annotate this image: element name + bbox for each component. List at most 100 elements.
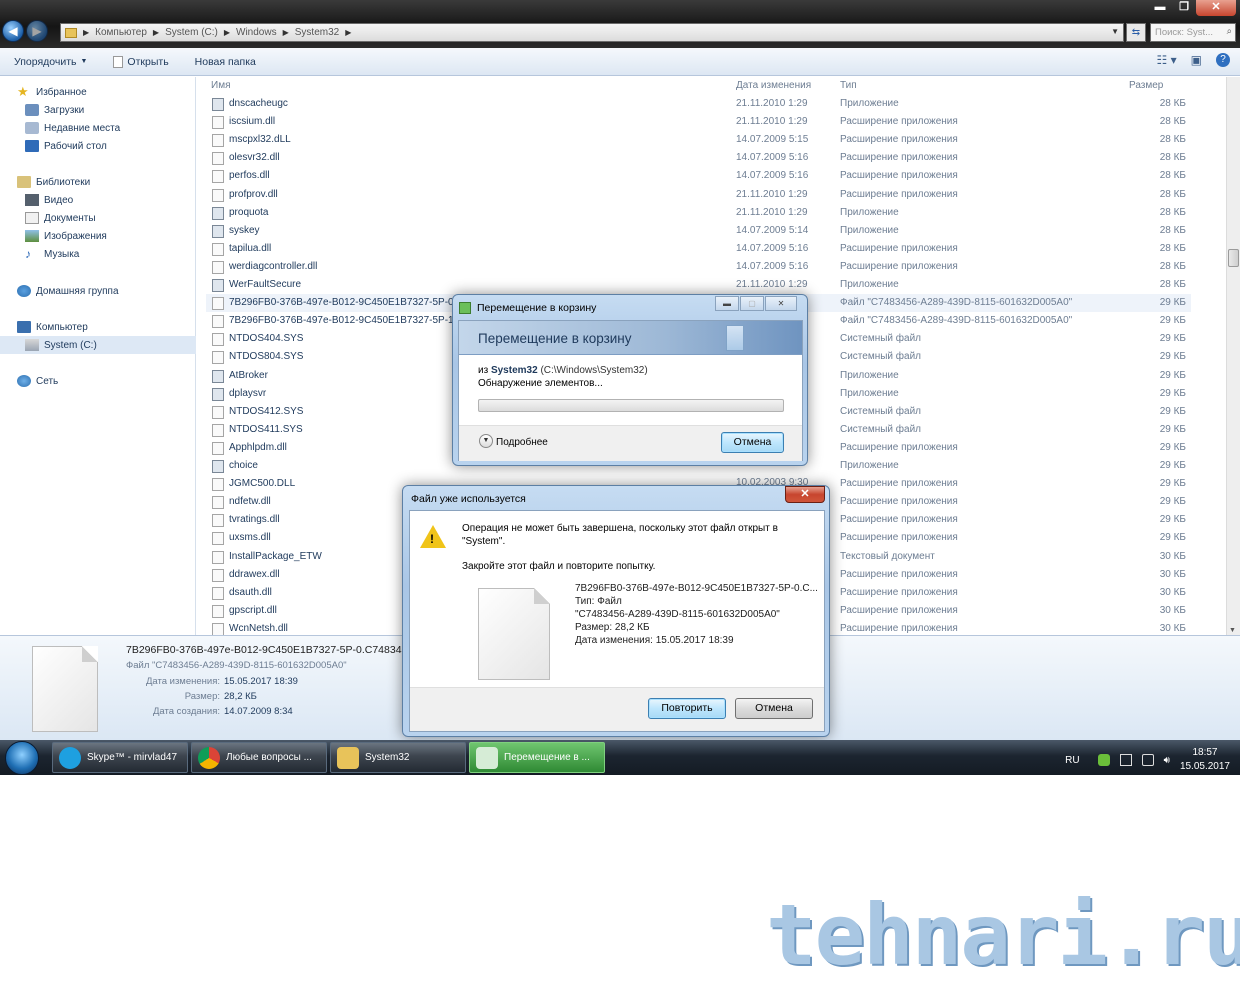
table-row[interactable]: profprov.dll 21.11.2010 1:29 Расширение пр… <box>206 186 1191 204</box>
task-skype[interactable]: Skype™ - mirvlad47 <box>52 742 188 773</box>
file-size: 29 КБ <box>1159 387 1186 399</box>
table-row[interactable]: dnscacheugc 21.11.2010 1:29 Приложение 28 К… <box>206 95 1191 113</box>
expand-details-icon[interactable]: ▼ <box>479 434 493 448</box>
clock[interactable]: 18:57 15.05.2017 <box>1180 746 1230 774</box>
table-row[interactable]: mscpxl32.dLL 14.07.2009 5:15 Расширение пр… <box>206 131 1191 149</box>
table-row[interactable]: olesvr32.dll 14.07.2009 5:16 Расширение пр… <box>206 149 1191 167</box>
network-tray-icon[interactable] <box>1141 754 1154 766</box>
refresh-button[interactable]: ⇆ <box>1126 23 1146 42</box>
dll-file-icon <box>212 134 224 148</box>
cancel-button[interactable]: Отмена <box>721 432 784 453</box>
minimize-button[interactable]: ▬ <box>1148 0 1172 16</box>
in-use-file-size: Размер: 28,2 КБ <box>575 622 650 633</box>
nav-libraries[interactable]: Библиотеки <box>0 173 196 191</box>
scrollbar-thumb[interactable] <box>1228 249 1239 267</box>
nav-recent[interactable]: Недавние места <box>0 119 196 137</box>
file-type: Расширение приложения <box>840 586 958 598</box>
breadcrumb-computer[interactable]: Компьютер <box>95 27 147 38</box>
file-name: profprov.dll <box>229 188 278 200</box>
clock-date: 15.05.2017 <box>1179 761 1230 772</box>
nav-downloads[interactable]: Загрузки <box>0 101 196 119</box>
breadcrumb-system32[interactable]: System32 <box>295 27 339 38</box>
breadcrumb-system-c[interactable]: System (C:) <box>165 27 218 38</box>
file-type: Расширение приложения <box>840 622 958 634</box>
language-indicator[interactable]: RU <box>1065 755 1079 766</box>
chevron-right-icon: ▶ <box>83 28 90 37</box>
recycle-from-line: из System32 (C:\Windows\System32) <box>478 365 648 376</box>
maximize-button[interactable]: ▢ <box>740 296 764 311</box>
nav-images[interactable]: Изображения <box>0 227 196 245</box>
task-recycle-progress[interactable]: Перемещение в ... <box>469 742 605 773</box>
file-name: ddrawex.dll <box>229 568 280 580</box>
organize-button[interactable]: Упорядочить ▼ <box>14 56 87 68</box>
retry-button[interactable]: Повторить <box>648 698 726 719</box>
vertical-scrollbar[interactable]: ▼ <box>1226 77 1240 635</box>
dll-file-icon <box>212 514 224 528</box>
table-row[interactable]: syskey 14.07.2009 5:14 Приложение 28 КБ <box>206 222 1191 240</box>
table-row[interactable]: tapilua.dll 14.07.2009 5:16 Расширение при… <box>206 240 1191 258</box>
nav-desktop[interactable]: Рабочий стол <box>0 137 196 155</box>
dll-file-icon <box>212 152 224 166</box>
close-button[interactable]: ✕ <box>765 296 797 311</box>
file-type: Расширение приложения <box>840 441 958 453</box>
file-thumbnail-icon <box>32 646 98 732</box>
window-titlebar: ▬ ❐ ✕ ◀ ▶ ▶ Компьютер ▶ System (C:) ▶ Wi… <box>0 0 1240 48</box>
recycle-progress-dialog: Перемещение в корзину ▬ ▢ ✕ Перемещение … <box>452 294 808 466</box>
table-row[interactable]: proquota 21.11.2010 1:29 Приложение 28 КБ <box>206 204 1191 222</box>
column-header-type[interactable]: Тип <box>840 80 857 91</box>
address-bar[interactable]: ▶ Компьютер ▶ System (C:) ▶ Windows ▶ Sy… <box>60 23 1124 42</box>
music-icon: ♪ <box>25 247 31 261</box>
table-row[interactable]: werdiagcontroller.dll 14.07.2009 5:16 Расш… <box>206 258 1191 276</box>
dll-file-icon <box>212 333 224 347</box>
action-center-icon[interactable] <box>1119 754 1132 766</box>
recycle-from-prefix: из <box>478 365 489 376</box>
table-row[interactable]: iscsium.dll 21.11.2010 1:29 Расширение при… <box>206 113 1191 131</box>
file-name: NTDOS804.SYS <box>229 351 304 363</box>
recycle-from-folder[interactable]: System32 <box>491 365 538 376</box>
dll-file-icon <box>212 622 224 636</box>
minimize-button[interactable]: ▬ <box>715 296 739 311</box>
nav-music[interactable]: ♪ Музыка <box>0 245 196 263</box>
dll-file-icon <box>212 604 224 618</box>
column-header-name[interactable]: Имя <box>211 80 230 91</box>
forward-button[interactable]: ▶ <box>26 20 48 42</box>
more-details-link[interactable]: Подробнее <box>496 437 548 448</box>
file-size: 29 КБ <box>1159 496 1186 508</box>
nav-favorites[interactable]: ★ Избранное <box>0 83 196 101</box>
table-row[interactable]: WerFaultSecure 21.11.2010 1:29 Приложение 2… <box>206 276 1191 294</box>
nav-network[interactable]: Сеть <box>0 372 196 390</box>
restore-button[interactable]: ❐ <box>1172 0 1196 16</box>
nav-homegroup[interactable]: Домашняя группа <box>0 282 196 300</box>
column-header-date[interactable]: Дата изменения <box>736 80 811 91</box>
scroll-down-icon[interactable]: ▼ <box>1229 627 1236 634</box>
file-name: JGMC500.DLL <box>229 478 296 490</box>
volume-icon[interactable]: 🔊︎ <box>1164 755 1170 766</box>
start-button[interactable] <box>5 741 39 775</box>
table-row[interactable]: perfos.dll 14.07.2009 5:16 Расширение прил… <box>206 167 1191 185</box>
file-size: 28 КБ <box>1159 224 1186 236</box>
back-button[interactable]: ◀ <box>2 20 24 42</box>
search-input[interactable]: Поиск: Syst... ⌕ <box>1150 23 1236 42</box>
new-folder-button[interactable]: Новая папка <box>195 56 256 68</box>
cancel-button[interactable]: Отмена <box>735 698 813 719</box>
tray-app-icon[interactable] <box>1097 754 1110 766</box>
dll-file-icon <box>212 116 224 130</box>
breadcrumb-windows[interactable]: Windows <box>236 27 277 38</box>
nav-system-c[interactable]: System (C:) <box>0 336 196 354</box>
chevron-down-icon[interactable]: ▼ <box>1111 27 1119 36</box>
file-size: 29 КБ <box>1159 315 1186 327</box>
nav-computer[interactable]: Компьютер <box>0 318 196 336</box>
close-button[interactable]: ✕ <box>785 486 825 503</box>
task-explorer[interactable]: System32 <box>330 742 466 773</box>
open-button[interactable]: Открыть <box>113 55 169 68</box>
preview-pane-icon[interactable]: ▣ <box>1191 53 1202 67</box>
nav-documents[interactable]: Документы <box>0 209 196 227</box>
close-button[interactable]: ✕ <box>1196 0 1236 16</box>
column-header-size[interactable]: Размер <box>1129 80 1163 91</box>
help-icon[interactable]: ? <box>1216 53 1230 67</box>
task-chrome[interactable]: Любые вопросы ... <box>191 742 327 773</box>
nav-video[interactable]: Видео <box>0 191 196 209</box>
view-options-icon[interactable]: ☷ ▾ <box>1157 53 1177 67</box>
open-label: Открыть <box>127 55 169 68</box>
nav-label: Домашняя группа <box>36 285 119 297</box>
